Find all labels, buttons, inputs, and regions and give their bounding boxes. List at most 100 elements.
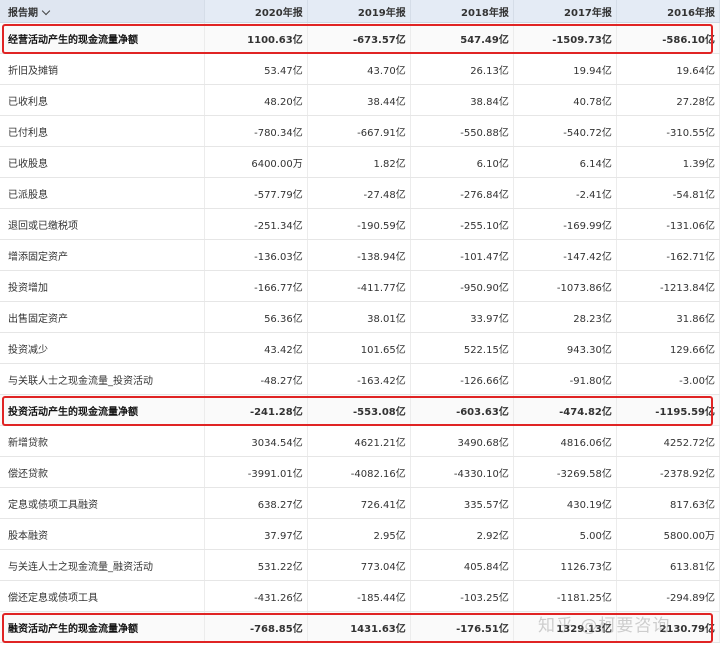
year-header[interactable]: 2017年报 [513, 0, 617, 23]
value-cell: 4816.06亿 [513, 425, 617, 457]
value-cell: -1195.59亿 [616, 394, 720, 426]
value-cell: 531.22亿 [204, 549, 308, 581]
value-cell: -176.51亿 [410, 611, 514, 643]
value-cell: -2378.92亿 [616, 456, 720, 488]
table-row: 投资减少 43.42亿 101.65亿 522.15亿 943.30亿 129.66亿 [0, 332, 720, 364]
chevron-down-icon[interactable] [41, 6, 51, 15]
value-cell: 19.94亿 [513, 53, 617, 85]
value-cell: 56.36亿 [204, 301, 308, 333]
value-cell: 405.84亿 [410, 549, 514, 581]
watermark: 知乎 @柯要咨询 [538, 616, 671, 636]
value-cell: 6.14亿 [513, 146, 617, 178]
year-header[interactable]: 2019年报 [307, 0, 411, 23]
value-cell: 4252.72亿 [616, 425, 720, 457]
year-header[interactable]: 2020年报 [204, 0, 308, 23]
value-cell: 817.63亿 [616, 487, 720, 519]
value-cell: 943.30亿 [513, 332, 617, 364]
value-cell: -91.80亿 [513, 363, 617, 395]
table-row: 已付利息 -780.34亿 -667.91亿 -550.88亿 -540.72亿 -310… [0, 115, 720, 147]
row-label: 增添固定资产 [0, 239, 205, 271]
value-cell: 1.39亿 [616, 146, 720, 178]
table-row: 投资增加 -166.77亿 -411.77亿 -950.90亿 -1073.86亿 -12… [0, 270, 720, 302]
value-cell: 1126.73亿 [513, 549, 617, 581]
value-cell: -667.91亿 [307, 115, 411, 147]
value-cell: -255.10亿 [410, 208, 514, 240]
row-label: 已付利息 [0, 115, 205, 147]
value-cell: -540.72亿 [513, 115, 617, 147]
value-cell: 6.10亿 [410, 146, 514, 178]
value-cell: -54.81亿 [616, 177, 720, 209]
value-cell: -136.03亿 [204, 239, 308, 271]
value-cell: 6400.00万 [204, 146, 308, 178]
value-cell: -673.57亿 [307, 22, 411, 54]
value-cell: -474.82亿 [513, 394, 617, 426]
value-cell: 1431.63亿 [307, 611, 411, 643]
year-header[interactable]: 2018年报 [410, 0, 514, 23]
year-header[interactable]: 2016年报 [616, 0, 720, 23]
value-cell: 48.20亿 [204, 84, 308, 116]
value-cell: 726.41亿 [307, 487, 411, 519]
value-cell: 335.57亿 [410, 487, 514, 519]
value-cell: -4330.10亿 [410, 456, 514, 488]
table-row: 经营活动产生的现金流量净额 1100.63亿 -673.57亿 547.49亿 -150… [0, 22, 720, 54]
value-cell: 1100.63亿 [204, 22, 308, 54]
table-row: 定息或债项工具融资 638.27亿 726.41亿 335.57亿 430.19亿 817… [0, 487, 720, 519]
value-cell: -1213.84亿 [616, 270, 720, 302]
value-cell: 38.44亿 [307, 84, 411, 116]
table-row: 折旧及摊销 53.47亿 43.70亿 26.13亿 19.94亿 19.64亿 [0, 53, 720, 85]
value-cell: -4082.16亿 [307, 456, 411, 488]
value-cell: 38.01亿 [307, 301, 411, 333]
value-cell: -166.77亿 [204, 270, 308, 302]
row-label: 已派股息 [0, 177, 205, 209]
value-cell: 37.97亿 [204, 518, 308, 550]
value-cell: 4621.21亿 [307, 425, 411, 457]
value-cell: -27.48亿 [307, 177, 411, 209]
value-cell: -162.71亿 [616, 239, 720, 271]
value-cell: -163.42亿 [307, 363, 411, 395]
value-cell: 613.81亿 [616, 549, 720, 581]
value-cell: -147.42亿 [513, 239, 617, 271]
value-cell: 19.64亿 [616, 53, 720, 85]
value-cell: -310.55亿 [616, 115, 720, 147]
value-cell: 1.82亿 [307, 146, 411, 178]
row-label: 退回或已缴税项 [0, 208, 205, 240]
value-cell: 28.23亿 [513, 301, 617, 333]
row-label: 已收利息 [0, 84, 205, 116]
value-cell: 40.78亿 [513, 84, 617, 116]
value-cell: 26.13亿 [410, 53, 514, 85]
value-cell: 38.84亿 [410, 84, 514, 116]
value-cell: -768.85亿 [204, 611, 308, 643]
table-row: 偿还定息或债项工具 -431.26亿 -185.44亿 -103.25亿 -1181.2… [0, 580, 720, 612]
value-cell: -276.84亿 [410, 177, 514, 209]
value-cell: 43.70亿 [307, 53, 411, 85]
table-row: 与关联人士之现金流量_投资活动 -48.27亿 -163.42亿 -126.66亿 -9… [0, 363, 720, 395]
value-cell: 53.47亿 [204, 53, 308, 85]
table-row: 与关连人士之现金流量_融资活动 531.22亿 773.04亿 405.84亿 1126… [0, 549, 720, 581]
row-label: 经营活动产生的现金流量净额 [0, 22, 205, 54]
row-label: 偿还定息或债项工具 [0, 580, 205, 612]
value-cell: 2.92亿 [410, 518, 514, 550]
value-cell: -950.90亿 [410, 270, 514, 302]
table-row: 出售固定资产 56.36亿 38.01亿 33.97亿 28.23亿 31.86亿 [0, 301, 720, 333]
value-cell: 638.27亿 [204, 487, 308, 519]
table-body: 经营活动产生的现金流量净额 1100.63亿 -673.57亿 547.49亿 -150… [0, 22, 720, 643]
value-cell: -411.77亿 [307, 270, 411, 302]
value-cell: -431.26亿 [204, 580, 308, 612]
table-row: 已收股息 6400.00万 1.82亿 6.10亿 6.14亿 1.39亿 [0, 146, 720, 178]
value-cell: 43.42亿 [204, 332, 308, 364]
row-label: 新增贷款 [0, 425, 205, 457]
value-cell: -169.99亿 [513, 208, 617, 240]
table-row: 偿还贷款 -3991.01亿 -4082.16亿 -4330.10亿 -3269.58亿… [0, 456, 720, 488]
report-period-sort-header[interactable]: 报告期 [0, 0, 205, 23]
value-cell: -126.66亿 [410, 363, 514, 395]
row-label: 与关联人士之现金流量_投资活动 [0, 363, 205, 395]
value-cell: -101.47亿 [410, 239, 514, 271]
value-cell: -586.10亿 [616, 22, 720, 54]
table-row: 增添固定资产 -136.03亿 -138.94亿 -101.47亿 -147.42亿 -1… [0, 239, 720, 271]
value-cell: -1073.86亿 [513, 270, 617, 302]
value-cell: -577.79亿 [204, 177, 308, 209]
value-cell: -185.44亿 [307, 580, 411, 612]
value-cell: 5.00亿 [513, 518, 617, 550]
value-cell: -131.06亿 [616, 208, 720, 240]
table-row: 退回或已缴税项 -251.34亿 -190.59亿 -255.10亿 -169.99亿 -… [0, 208, 720, 240]
